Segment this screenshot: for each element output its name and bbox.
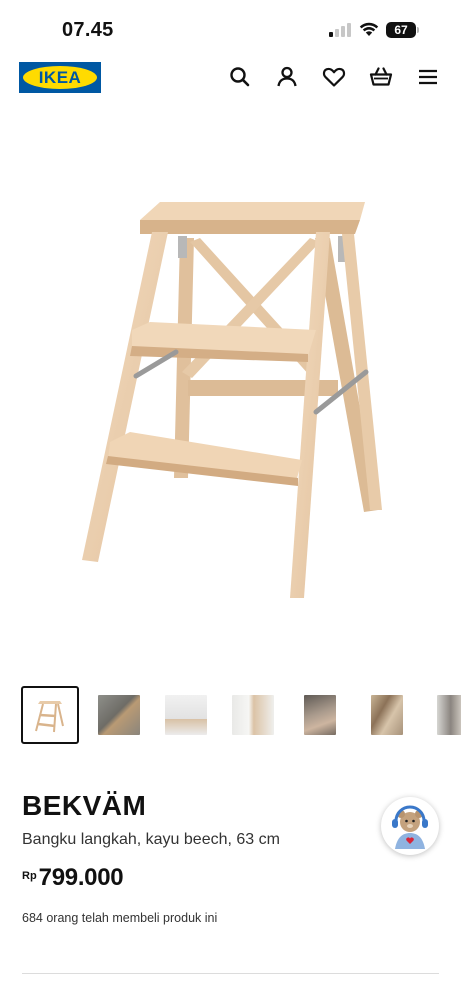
buyers-count-text: 684 orang telah membeli produk ini: [22, 911, 218, 925]
thumbnail-room-4[interactable]: [291, 686, 349, 744]
thumbnail-room-1[interactable]: [90, 686, 148, 744]
price-currency: Rp: [22, 870, 37, 882]
menu-icon[interactable]: [415, 64, 441, 90]
product-name: BEKVÄM: [22, 790, 147, 821]
thumbnail-room-3[interactable]: [224, 686, 282, 744]
status-time: 07.45: [62, 19, 114, 41]
product-image-step-stool[interactable]: [70, 180, 390, 620]
battery-indicator: 67: [386, 22, 416, 38]
logo-text: IKEA: [38, 68, 82, 87]
product-description: Bangku langkah, kayu beech, 63 cm: [22, 831, 280, 848]
thumbnail-room-2[interactable]: [157, 686, 215, 744]
site-header: IKEA: [0, 58, 461, 98]
wifi-icon: [359, 22, 379, 36]
image-thumbnails: [0, 686, 461, 748]
thumbnail-room-6[interactable]: [425, 686, 461, 744]
account-icon[interactable]: [274, 64, 300, 90]
battery-tip: [417, 27, 419, 33]
heart-icon[interactable]: [321, 64, 347, 90]
search-icon[interactable]: [227, 64, 253, 90]
ikea-logo[interactable]: IKEA: [19, 62, 101, 93]
status-bar: 07.45 67: [0, 0, 461, 58]
basket-icon[interactable]: [368, 64, 394, 90]
product-price: Rp 799.000: [22, 864, 124, 892]
thumbnail-stool[interactable]: [21, 686, 79, 744]
thumbnail-room-5[interactable]: [358, 686, 416, 744]
section-divider: [22, 973, 439, 974]
signal-icon: [329, 23, 351, 37]
price-value: 799.000: [38, 864, 124, 891]
chat-assistant-button[interactable]: [381, 797, 439, 855]
teddy-bear-icon: [383, 799, 437, 853]
